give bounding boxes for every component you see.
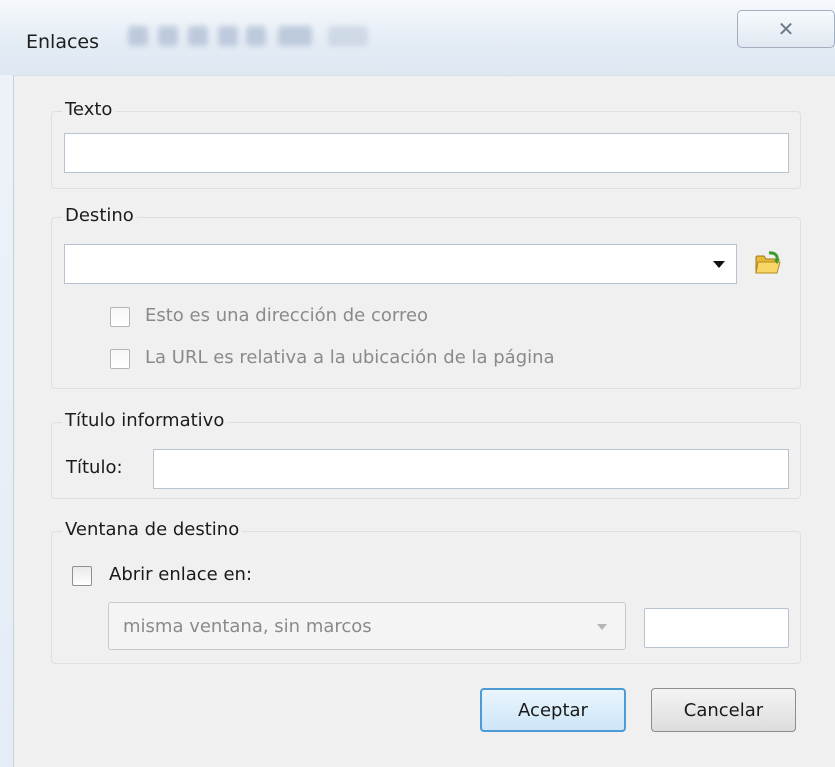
close-button[interactable]: ✕ — [737, 10, 835, 48]
titulo-field-label: Título: — [66, 457, 123, 478]
dialog-body: Texto Destino Esto es una dirección de c… — [13, 75, 835, 767]
titulo-input[interactable] — [153, 449, 789, 489]
destino-group-label: Destino — [62, 205, 137, 226]
folder-open-icon[interactable] — [753, 248, 783, 278]
chevron-down-icon — [597, 624, 607, 630]
relative-url-checkbox[interactable] — [110, 349, 130, 369]
texto-group-label: Texto — [62, 99, 116, 120]
relative-url-checkbox-label: La URL es relativa a la ubicación de la … — [145, 347, 555, 368]
titulo-group-label: Título informativo — [62, 410, 228, 431]
window-title: Enlaces — [26, 31, 100, 53]
texto-input[interactable] — [64, 133, 789, 173]
target-window-select-value: misma ventana, sin marcos — [123, 616, 372, 637]
email-checkbox[interactable] — [110, 307, 130, 327]
destino-combobox[interactable] — [64, 244, 737, 284]
cancel-button[interactable]: Cancelar — [651, 688, 796, 732]
frame-name-input[interactable] — [644, 608, 789, 648]
accept-button-label: Aceptar — [518, 699, 588, 721]
target-window-select[interactable]: misma ventana, sin marcos — [108, 602, 626, 650]
abrir-enlace-checkbox[interactable] — [72, 566, 92, 586]
accept-button[interactable]: Aceptar — [480, 688, 626, 732]
ventana-group-label: Ventana de destino — [62, 519, 243, 540]
title-bar: Enlaces ✕ — [0, 0, 835, 75]
dialog-window: Enlaces ✕ Texto Destino Esto es una dire… — [0, 0, 835, 767]
chevron-down-icon[interactable] — [713, 261, 725, 268]
close-icon: ✕ — [777, 17, 795, 41]
email-checkbox-label: Esto es una dirección de correo — [145, 305, 429, 326]
cancel-button-label: Cancelar — [683, 699, 764, 721]
abrir-enlace-label: Abrir enlace en: — [109, 564, 253, 585]
